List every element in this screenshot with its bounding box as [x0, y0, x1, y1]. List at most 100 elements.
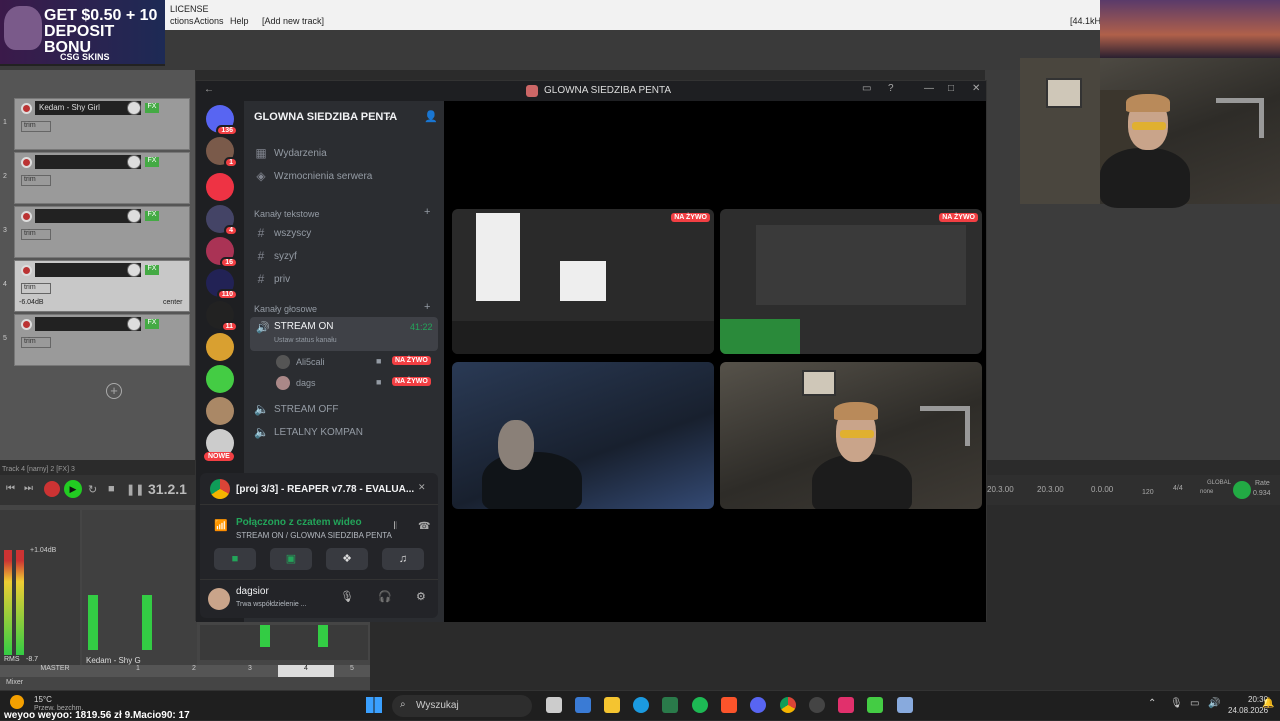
- events-link[interactable]: ▦ Wydarzenia: [254, 143, 438, 163]
- close-activity-icon[interactable]: ✕: [418, 482, 426, 493]
- windows-start-icon[interactable]: [366, 697, 382, 713]
- back-arrow-icon[interactable]: ←: [204, 84, 214, 95]
- headphones-icon[interactable]: 🎧: [378, 590, 392, 603]
- add-track-icon[interactable]: +: [106, 383, 122, 399]
- fx-button[interactable]: FX: [145, 319, 159, 329]
- track-1[interactable]: 1 Kedam - Shy Girl FX trim: [3, 98, 190, 150]
- mixer-num[interactable]: 1: [110, 665, 166, 677]
- skip-back-icon[interactable]: ⏮: [6, 483, 15, 494]
- server-avatar[interactable]: 1: [206, 137, 238, 168]
- text-channel[interactable]: # wszyscy: [254, 223, 438, 243]
- volume-knob[interactable]: [127, 101, 141, 115]
- record-arm-icon[interactable]: [21, 157, 32, 168]
- add-member-icon[interactable]: 👤: [424, 110, 438, 123]
- soundboard-button[interactable]: ♫: [382, 548, 424, 570]
- track-3[interactable]: 3 FX trim: [3, 206, 190, 258]
- record-arm-icon[interactable]: [21, 211, 32, 222]
- app-icon[interactable]: [867, 697, 883, 713]
- play-button[interactable]: ▶: [64, 480, 82, 498]
- server-avatar[interactable]: 110: [206, 269, 238, 300]
- voice-channel[interactable]: 🔈 LETALNY KOMPAN: [254, 422, 438, 442]
- edge-icon[interactable]: [633, 697, 649, 713]
- brave-icon[interactable]: [721, 697, 737, 713]
- tiktok-icon[interactable]: [838, 697, 854, 713]
- mixer-num[interactable]: 2: [166, 665, 222, 677]
- noise-suppression-icon[interactable]: 𝄃: [394, 521, 396, 532]
- track-2[interactable]: 2 FX trim: [3, 152, 190, 204]
- record-arm-icon[interactable]: [21, 319, 32, 330]
- volume-knob[interactable]: [127, 155, 141, 169]
- voice-channel-active[interactable]: 🔊 STREAM ON 41:22 Ustaw status kanału: [250, 317, 438, 351]
- microphone-icon[interactable]: 🎙: [1170, 698, 1183, 709]
- track-4[interactable]: 4 FX trim -6.04dB center: [3, 260, 190, 312]
- voice-user[interactable]: dags ■ NA ŻYWO: [268, 375, 438, 393]
- mixer-num[interactable]: 3: [222, 665, 278, 677]
- volume-knob[interactable]: [127, 263, 141, 277]
- stream-tile[interactable]: NA ŻYWO: [452, 209, 714, 354]
- add-channel-icon[interactable]: +: [424, 301, 430, 313]
- text-channel[interactable]: # syzyf: [254, 246, 438, 266]
- connection-channel[interactable]: STREAM ON / GLOWNA SIEDZIBA PENTA: [236, 531, 392, 540]
- volume-knob[interactable]: [127, 317, 141, 331]
- trim-button[interactable]: trim: [21, 121, 51, 132]
- notepad-icon[interactable]: [897, 697, 913, 713]
- webcam-tile[interactable]: [720, 362, 982, 509]
- notifications-icon[interactable]: 🔔: [1262, 698, 1274, 709]
- activity-row[interactable]: [proj 3/3] - REAPER v7.78 - EVALUA... ✕: [200, 473, 438, 505]
- disconnect-icon[interactable]: ☎: [418, 521, 430, 532]
- trim-button[interactable]: trim: [21, 337, 51, 348]
- spotify-icon[interactable]: [692, 697, 708, 713]
- maximize-icon[interactable]: □: [948, 83, 954, 94]
- live-badge[interactable]: NA ŻYWO: [392, 377, 431, 386]
- fx-button[interactable]: FX: [145, 265, 159, 275]
- discord-icon[interactable]: [750, 697, 766, 713]
- fx-button[interactable]: FX: [145, 157, 159, 167]
- activity-button[interactable]: ❖: [326, 548, 368, 570]
- webcam-tile[interactable]: [452, 362, 714, 509]
- avatar[interactable]: [208, 588, 230, 610]
- record-arm-icon[interactable]: [21, 265, 32, 276]
- minimize-icon[interactable]: —: [924, 83, 934, 94]
- track-name[interactable]: [35, 155, 141, 169]
- voice-channel[interactable]: 🔈 STREAM OFF: [254, 399, 438, 419]
- volume-knob[interactable]: [127, 209, 141, 223]
- xbox-icon[interactable]: [662, 697, 678, 713]
- fx-button[interactable]: FX: [145, 103, 159, 113]
- volume-icon[interactable]: 🔊: [1208, 698, 1220, 709]
- pause-icon[interactable]: ❚❚: [126, 483, 144, 496]
- trim-button[interactable]: trim: [21, 229, 51, 240]
- chrome-icon[interactable]: [780, 697, 796, 713]
- app-icon[interactable]: [809, 697, 825, 713]
- settings-gear-icon[interactable]: ⚙: [416, 590, 426, 603]
- menu-actions-partial[interactable]: ctions: [170, 16, 194, 26]
- help-icon[interactable]: ?: [888, 83, 894, 94]
- text-category[interactable]: Kanały tekstowe: [254, 209, 320, 219]
- chevron-up-icon[interactable]: ⌃: [1148, 698, 1156, 709]
- username[interactable]: dagsior: [236, 586, 269, 597]
- mixer-tab[interactable]: Mixer: [6, 679, 23, 686]
- track-5[interactable]: 5 FX trim: [3, 314, 190, 366]
- weather-icon[interactable]: [10, 695, 24, 709]
- new-badge[interactable]: NOWE: [204, 452, 234, 461]
- search-box[interactable]: ⌕ Wyszukaj: [392, 695, 532, 717]
- microphone-icon[interactable]: 🎙: [340, 590, 354, 603]
- track-name[interactable]: Kedam - Shy Girl: [35, 101, 141, 115]
- track-strip[interactable]: Kedam - Shy G: [82, 510, 197, 665]
- boosts-link[interactable]: ◈ Wzmocnienia serwera: [254, 166, 438, 186]
- store-icon[interactable]: [575, 697, 591, 713]
- screen-share-button[interactable]: ▣: [270, 548, 312, 570]
- chevron-down-icon[interactable]: ⌄: [384, 110, 392, 121]
- bpm[interactable]: 120: [1142, 489, 1154, 496]
- stream-tile[interactable]: NA ŻYWO: [720, 209, 982, 354]
- server-avatar[interactable]: [206, 365, 234, 393]
- server-name[interactable]: GLOWNA SIEDZIBA PENTA: [254, 111, 397, 123]
- network-icon[interactable]: ▭: [1190, 698, 1199, 709]
- live-badge[interactable]: NA ŻYWO: [392, 356, 431, 365]
- stop-icon[interactable]: ■: [108, 483, 115, 495]
- record-button[interactable]: [44, 481, 60, 497]
- rate-knob[interactable]: [1233, 481, 1251, 499]
- set-status[interactable]: Ustaw status kanału: [274, 337, 337, 344]
- global-none[interactable]: none: [1200, 489, 1213, 495]
- trim-button[interactable]: trim: [21, 175, 51, 186]
- menu-license[interactable]: LICENSE: [170, 4, 209, 14]
